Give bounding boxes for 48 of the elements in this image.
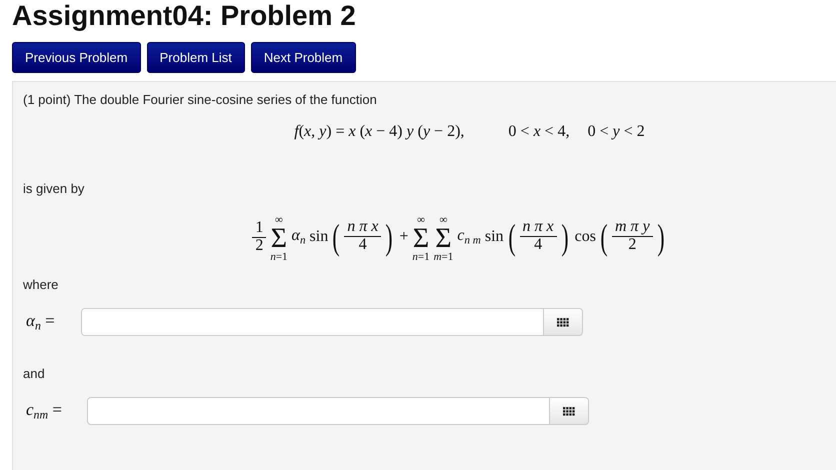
numerator: 1 — [252, 220, 266, 238]
math-expression: 0 < y < 2 — [588, 123, 645, 140]
denominator: 2 — [627, 237, 638, 254]
nav-button[interactable]: Next Problem — [250, 42, 356, 73]
answer-field[interactable] — [87, 397, 550, 425]
summation-sign: Σ — [435, 226, 452, 252]
problem-text: is given by — [23, 181, 86, 196]
function-name: sin — [484, 228, 504, 246]
upper-limit: ∞ — [275, 215, 283, 226]
problem-text: where — [23, 277, 60, 292]
equation-editor-button[interactable] — [550, 397, 589, 425]
upper-limit: ∞ — [417, 215, 425, 226]
problem-text: (1 point) The double Fourier sine-cosine series of the function — [23, 92, 378, 107]
math-expression: α$_{n}$ — [292, 226, 306, 244]
summation-sign: Σ — [412, 226, 430, 252]
function-name: sin — [310, 228, 328, 246]
numerator: n π x — [520, 219, 557, 237]
lower-limit: n=1 — [412, 252, 430, 263]
lower-limit: m=1 — [434, 252, 454, 263]
answer-label: c$_{nm}$ = — [25, 400, 63, 422]
open-parenthesis: ( — [508, 218, 516, 254]
open-parenthesis: ( — [600, 218, 608, 254]
keypad-icon — [563, 406, 575, 416]
lower-limit: n=1 — [270, 252, 288, 263]
problem-text: and — [23, 366, 46, 381]
keypad-icon — [557, 318, 569, 326]
nav-button[interactable]: Previous Problem — [12, 42, 141, 73]
numerator: m π y — [612, 219, 653, 237]
answer-field[interactable] — [81, 308, 544, 336]
function-name: cos — [574, 228, 596, 246]
denominator: 2 — [254, 238, 264, 254]
denominator: 4 — [358, 237, 368, 254]
close-parenthesis: ) — [386, 218, 393, 254]
answer-label: α$_{n}$ = — [25, 310, 56, 334]
math-expression: f(x, y) = x (x − 4) y (y − 2), — [294, 123, 464, 140]
equation-editor-button[interactable] — [544, 308, 583, 336]
numerator: n π x — [344, 219, 382, 237]
open-parenthesis: ( — [332, 218, 340, 254]
close-parenthesis: ) — [657, 218, 664, 254]
close-parenthesis: ) — [561, 218, 568, 254]
summation-sign: Σ — [270, 226, 288, 252]
page-title: Assignment04: Problem 2 — [12, 0, 357, 32]
nav-button[interactable]: Problem List — [146, 42, 245, 73]
math-expression: + — [399, 228, 408, 244]
denominator: 4 — [533, 237, 544, 254]
math-expression: 0 < x < 4, — [508, 123, 570, 140]
math-expression: c$_{n m}$ — [457, 226, 481, 244]
upper-limit: ∞ — [440, 215, 448, 226]
